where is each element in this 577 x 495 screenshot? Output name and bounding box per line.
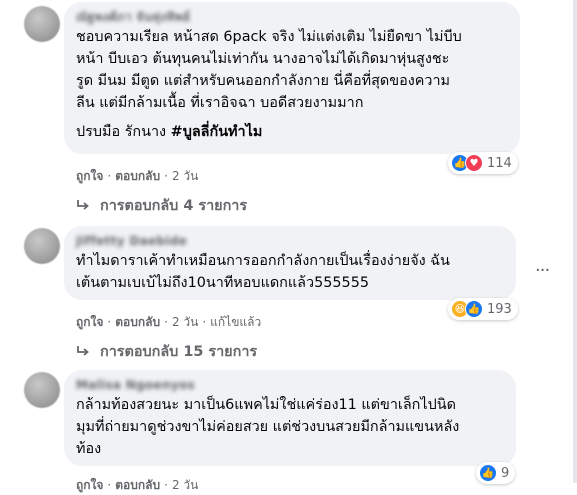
comment-bubble: Jiffetty Daebide ทำไมดาราเค้าทำเหมือนการ… — [64, 226, 516, 300]
like-button[interactable]: ถูกใจ — [76, 476, 103, 495]
comment-author[interactable]: Jiffetty Daebide — [76, 234, 504, 248]
reaction-count: 9 — [501, 465, 510, 481]
view-replies-button[interactable]: การตอบกลับ 4 รายการ — [76, 194, 247, 217]
scroll-edge — [573, 0, 577, 483]
comment-text: ชอบความเรียล หน้าสด 6pack จริง ไม่แต่งเต… — [76, 29, 462, 111]
replies-label: การตอบกลับ 15 รายการ — [100, 344, 258, 360]
comment-author[interactable]: Malisa Ngoenyos — [76, 378, 504, 392]
replies-label: การตอบกลับ 4 รายการ — [100, 198, 248, 214]
reaction-count: 193 — [487, 301, 512, 317]
view-replies-button[interactable]: การตอบกลับ 15 รายการ — [76, 340, 257, 363]
like-icon: 👍 — [479, 464, 497, 482]
like-button[interactable]: ถูกใจ — [76, 313, 103, 332]
reaction-summary[interactable]: 😆 👍 193 — [448, 298, 518, 320]
comment-author[interactable]: ณัฐพงศ์ภา จันทุ่งทิพย์ — [76, 10, 508, 24]
reply-arrow-icon — [77, 199, 89, 210]
comment-actions: ถูกใจ · ตอบกลับ · 2 วัน · แก้ไขแล้ว — [76, 313, 261, 332]
love-icon: ♥ — [465, 154, 483, 172]
avatar[interactable] — [24, 228, 60, 264]
comment-bubble: Malisa Ngoenyos กล้ามท้องสวยนะ มาเป็น6แพ… — [64, 370, 516, 466]
comment-text: กล้ามท้องสวยนะ มาเป็น6แพคไม่ใช่แค่ร่อง11… — [76, 397, 460, 457]
like-icon: 👍 — [465, 300, 483, 318]
comment-text: ทำไมดาราเค้าทำเหมือนการออกกำลังกายเป็นเร… — [76, 253, 450, 291]
hashtag-link[interactable]: #บูลลี่กันทำไม — [171, 124, 263, 140]
reply-arrow-icon — [77, 345, 89, 356]
reply-button[interactable]: ตอบกลับ — [115, 476, 160, 495]
edited-label[interactable]: แก้ไขแล้ว — [210, 313, 261, 332]
comment-text-plain: ปรบมือ รักนาง — [76, 124, 171, 140]
comment-actions: ถูกใจ · ตอบกลับ · 2 วัน — [76, 476, 198, 495]
comment-actions: ถูกใจ · ตอบกลับ · 2 วัน — [76, 167, 198, 186]
reply-button[interactable]: ตอบกลับ — [115, 313, 160, 332]
reply-button[interactable]: ตอบกลับ — [115, 167, 160, 186]
avatar[interactable] — [24, 6, 60, 42]
comment-time[interactable]: 2 วัน — [172, 167, 198, 186]
comment-bubble: ณัฐพงศ์ภา จันทุ่งทิพย์ ชอบความเรียล หน้า… — [64, 2, 520, 154]
avatar[interactable] — [24, 372, 60, 408]
like-button[interactable]: ถูกใจ — [76, 167, 103, 186]
reaction-summary[interactable]: 👍 9 — [476, 462, 516, 484]
comment-time[interactable]: 2 วัน — [172, 476, 198, 495]
comment-text-line: ปรบมือ รักนาง #บูลลี่กันทำไม — [76, 121, 508, 143]
comment-time[interactable]: 2 วัน — [172, 313, 198, 332]
more-options-icon[interactable]: ··· — [535, 262, 550, 280]
reaction-summary[interactable]: 👍 ♥ 114 — [448, 152, 518, 174]
reaction-count: 114 — [487, 155, 512, 171]
